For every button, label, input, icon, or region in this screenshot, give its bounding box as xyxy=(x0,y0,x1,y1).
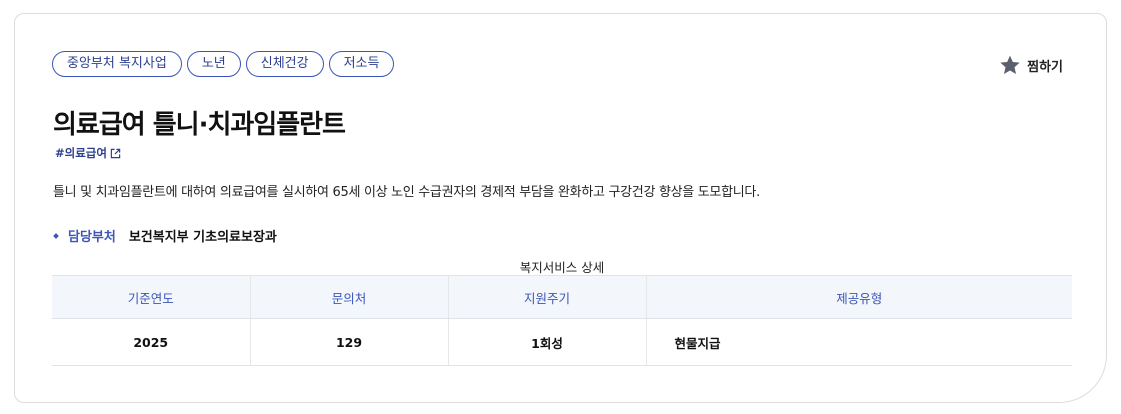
star-icon xyxy=(999,54,1021,76)
cell-support-cycle: 1회성 xyxy=(448,318,647,366)
tag-physical-health[interactable]: 신체건강 xyxy=(245,51,324,77)
service-detail-table: 기준연도 문의처 지원주기 제공유형 2025 129 1회성 현물지급 xyxy=(52,275,1072,366)
tag-low-income[interactable]: 저소득 xyxy=(328,51,395,77)
department-value: 보건복지부 기초의료보장과 xyxy=(128,230,277,245)
header-contact: 문의처 xyxy=(250,275,449,319)
table-row: 2025 129 1회성 현물지급 xyxy=(52,318,1072,366)
favorite-label: 찜하기 xyxy=(1027,59,1063,75)
header-support-cycle: 지원주기 xyxy=(448,275,647,319)
tag-elderly[interactable]: 노년 xyxy=(186,51,241,77)
bullet-icon xyxy=(53,232,59,239)
external-link-icon xyxy=(110,148,121,159)
table-caption: 복지서비스 상세 xyxy=(519,260,605,275)
cell-base-year: 2025 xyxy=(52,318,251,366)
favorite-button[interactable]: 찜하기 xyxy=(999,54,1063,76)
department-label: 담당부처 xyxy=(68,230,116,245)
cell-provision-type: 현물지급 xyxy=(646,318,1072,366)
service-card: 중앙부처 복지사업 노년 신체건강 저소득 찜하기 의료급여 틀니·치과임플란트… xyxy=(14,13,1107,403)
hashtag-label: #의료급여 xyxy=(55,146,107,160)
department-row: 담당부처 보건복지부 기초의료보장과 xyxy=(53,226,277,245)
hashtag-link[interactable]: #의료급여 xyxy=(55,145,121,161)
cell-contact: 129 xyxy=(250,318,449,366)
tag-central-ministry[interactable]: 중앙부처 복지사업 xyxy=(52,51,182,77)
page-title: 의료급여 틀니·치과임플란트 xyxy=(53,110,346,140)
header-provision-type: 제공유형 xyxy=(646,275,1072,319)
header-base-year: 기준연도 xyxy=(52,275,251,319)
service-description: 틀니 및 치과임플란트에 대하여 의료급여를 실시하여 65세 이상 노인 수급… xyxy=(53,185,760,200)
table-header-row: 기준연도 문의처 지원주기 제공유형 xyxy=(52,275,1072,319)
tag-list: 중앙부처 복지사업 노년 신체건강 저소득 xyxy=(52,51,395,77)
